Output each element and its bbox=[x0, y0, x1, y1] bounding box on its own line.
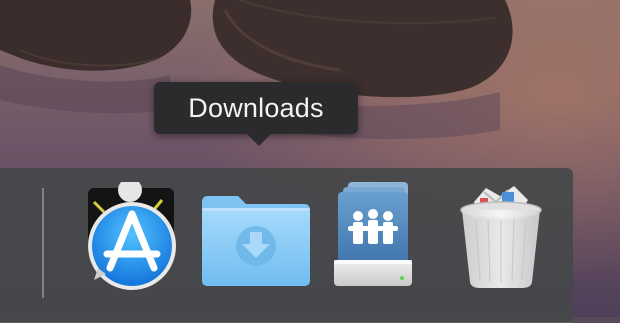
dock-item-shared-server[interactable] bbox=[334, 180, 414, 290]
dock-item-downloads[interactable] bbox=[200, 192, 312, 288]
dock-item-app-store[interactable] bbox=[80, 182, 180, 294]
tooltip-pointer bbox=[246, 133, 272, 146]
app-store-icon bbox=[88, 182, 176, 290]
dock-separator bbox=[42, 188, 44, 298]
dock-tooltip: Downloads bbox=[154, 82, 358, 134]
shared-server-icon bbox=[334, 182, 412, 286]
trash-icon bbox=[460, 186, 542, 288]
dock-item-trash[interactable] bbox=[456, 180, 546, 292]
tooltip-label: Downloads bbox=[188, 93, 324, 123]
downloads-folder-icon bbox=[202, 196, 310, 286]
